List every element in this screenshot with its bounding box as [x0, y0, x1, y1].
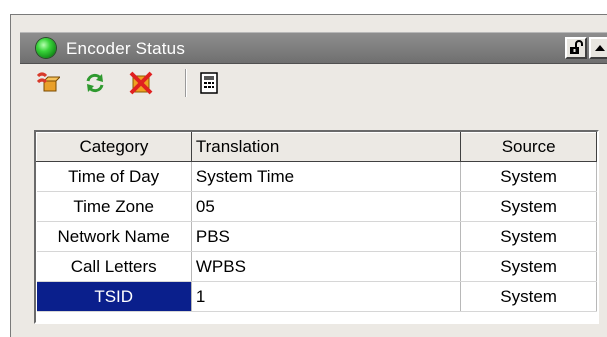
delete-icon — [129, 71, 153, 95]
table-row[interactable]: Network Name PBS System — [36, 221, 597, 252]
column-header-translation[interactable]: Translation — [190, 132, 462, 162]
table-row[interactable]: Time of Day System Time System — [36, 161, 597, 192]
category-cell: TSID — [36, 281, 192, 312]
source-cell: System — [460, 221, 597, 252]
report-button[interactable] — [196, 70, 222, 96]
translation-cell: 05 — [191, 191, 462, 222]
source-cell: System — [460, 281, 597, 312]
source-cell: System — [460, 161, 597, 192]
unlock-icon — [570, 40, 583, 54]
table-row[interactable]: Call Letters WPBS System — [36, 251, 597, 282]
status-led-icon — [36, 38, 56, 58]
configure-icon — [36, 72, 60, 92]
panel-titlebar: Encoder Status — [20, 32, 607, 64]
status-grid: Category Translation Source Time of Day … — [34, 130, 599, 324]
table-row[interactable]: Time Zone 05 System — [36, 191, 597, 222]
unlock-button[interactable] — [565, 37, 587, 59]
source-cell: System — [460, 191, 597, 222]
status-table: Category Translation Source Time of Day … — [36, 132, 597, 312]
column-header-category[interactable]: Category — [36, 132, 192, 162]
translation-cell: System Time — [191, 161, 462, 192]
column-header-source[interactable]: Source — [460, 132, 597, 162]
toolbar-separator — [185, 69, 187, 97]
table-row-selected[interactable]: TSID 1 System — [36, 281, 597, 312]
source-cell: System — [460, 251, 597, 282]
configure-button[interactable] — [34, 70, 60, 96]
category-cell: Network Name — [36, 221, 192, 252]
translation-cell: PBS — [191, 221, 462, 252]
translation-cell: WPBS — [191, 251, 462, 282]
panel-title: Encoder Status — [66, 39, 186, 58]
report-icon — [200, 72, 218, 94]
translation-cell: 1 — [191, 281, 462, 312]
delete-button[interactable] — [128, 70, 154, 96]
category-cell: Time of Day — [36, 161, 192, 192]
collapse-button[interactable] — [589, 37, 607, 59]
refresh-button[interactable] — [82, 70, 108, 96]
toolbar — [20, 64, 607, 102]
refresh-icon — [86, 73, 104, 93]
category-cell: Call Letters — [36, 251, 192, 282]
table-header-row: Category Translation Source — [36, 132, 597, 162]
triangle-up-icon — [595, 45, 605, 51]
category-cell: Time Zone — [36, 191, 192, 222]
